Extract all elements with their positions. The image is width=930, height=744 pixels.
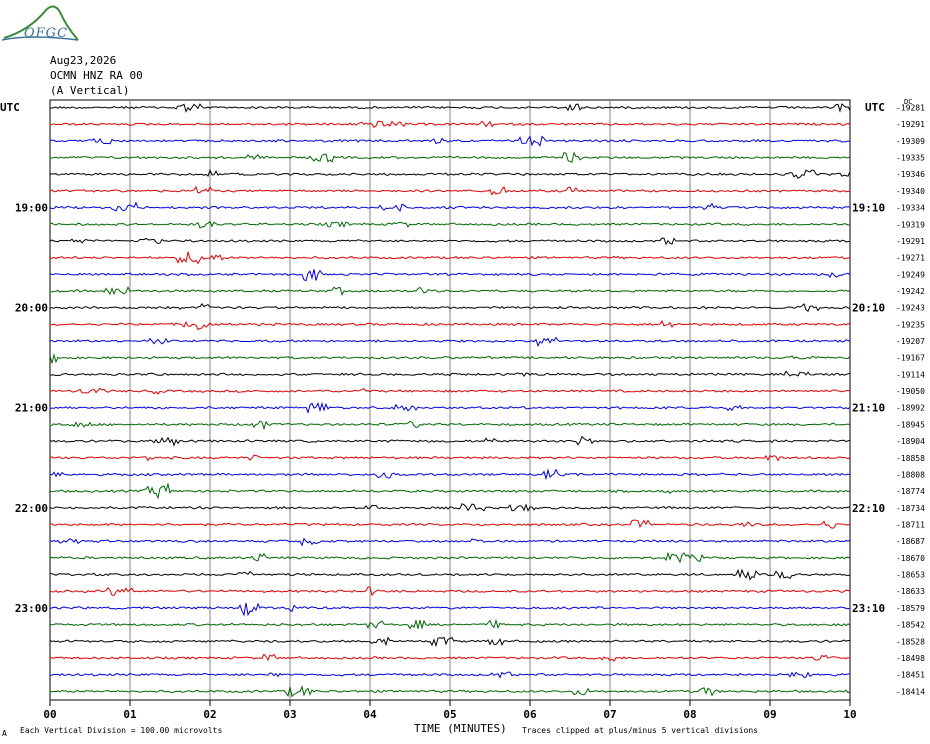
dc-offset-label: -19243 — [896, 304, 925, 313]
dc-offset-label: -19335 — [896, 154, 925, 163]
dc-offset-label: -19235 — [896, 320, 925, 329]
x-tick-label: 04 — [363, 708, 377, 721]
dc-offset-label: -19050 — [896, 387, 925, 396]
dc-offset-label: -18653 — [896, 571, 925, 580]
hour-label-left: 21:00 — [15, 402, 48, 415]
dc-offset-label: -18734 — [896, 504, 925, 513]
dc-offset-label: -19340 — [896, 187, 925, 196]
x-tick-label: 08 — [683, 708, 696, 721]
x-tick-label: 01 — [123, 708, 137, 721]
dc-offset-label: -19346 — [896, 170, 925, 179]
dc-offset-label: -19334 — [896, 204, 925, 213]
dc-offset-label: -18992 — [896, 404, 925, 413]
dc-offset-label: -18528 — [896, 637, 925, 646]
hour-label-right: 20:10 — [852, 302, 885, 315]
clip-note: Traces clipped at plus/minus 5 vertical … — [522, 726, 759, 735]
dc-offset-label: -19309 — [896, 137, 925, 146]
utc-left-label: UTC — [0, 101, 20, 114]
dc-offset-label: -18451 — [896, 671, 925, 680]
dc-offset-label: -18774 — [896, 487, 925, 496]
hour-label-left: 22:00 — [15, 502, 48, 515]
x-tick-label: 00 — [43, 708, 56, 721]
dc-offset-label: -18542 — [896, 621, 925, 630]
x-tick-label: 06 — [523, 708, 537, 721]
dc-offset-label: -19271 — [896, 254, 925, 263]
dc-offset-label: -18633 — [896, 587, 925, 596]
dc-offset-label: -19291 — [896, 120, 925, 129]
dc-header-label: DC — [904, 98, 912, 106]
dc-offset-label: -18687 — [896, 537, 925, 546]
hour-label-left: 19:00 — [15, 202, 48, 215]
x-axis-label: TIME (MINUTES) — [414, 722, 507, 735]
dc-offset-label: -19207 — [896, 337, 925, 346]
hour-label-right: 19:10 — [852, 202, 885, 215]
corner-mark: A — [2, 729, 7, 738]
scale-note: Each Vertical Division = 100.00 microvol… — [20, 726, 223, 735]
dc-offset-label: -18904 — [896, 437, 925, 446]
dc-offset-label: -18498 — [896, 654, 925, 663]
hour-label-right: 23:10 — [852, 602, 885, 615]
dc-offset-label: -18711 — [896, 521, 925, 530]
dc-offset-label: -19242 — [896, 287, 925, 296]
dc-offset-label: -19291 — [896, 237, 925, 246]
dc-offset-label: -18808 — [896, 470, 925, 479]
dc-offset-label: -19249 — [896, 270, 925, 279]
dc-offset-label: -19319 — [896, 220, 925, 229]
dc-offset-label: -18670 — [896, 554, 925, 563]
x-tick-label: 02 — [203, 708, 216, 721]
dc-offset-label: -18945 — [896, 420, 925, 429]
hour-label-left: 23:00 — [15, 602, 48, 615]
x-tick-label: 09 — [763, 708, 776, 721]
x-tick-label: 10 — [843, 708, 856, 721]
dc-offset-label: -18414 — [896, 687, 925, 696]
hour-label-left: 20:00 — [15, 302, 48, 315]
x-tick-label: 03 — [283, 708, 296, 721]
hour-label-right: 21:10 — [852, 402, 885, 415]
x-tick-label: 05 — [443, 708, 456, 721]
dc-offset-label: -18579 — [896, 604, 925, 613]
dc-offset-label: -18858 — [896, 454, 925, 463]
dc-offset-label: -19114 — [896, 370, 925, 379]
dc-offset-label: -19167 — [896, 354, 925, 363]
hour-label-right: 22:10 — [852, 502, 885, 515]
x-tick-label: 07 — [603, 708, 616, 721]
helicorder-plot: 00 01 02 03 04 05 06 07 08 09 10-19281-19291-19309… — [0, 98, 925, 721]
utc-right-label: UTC — [865, 101, 885, 114]
